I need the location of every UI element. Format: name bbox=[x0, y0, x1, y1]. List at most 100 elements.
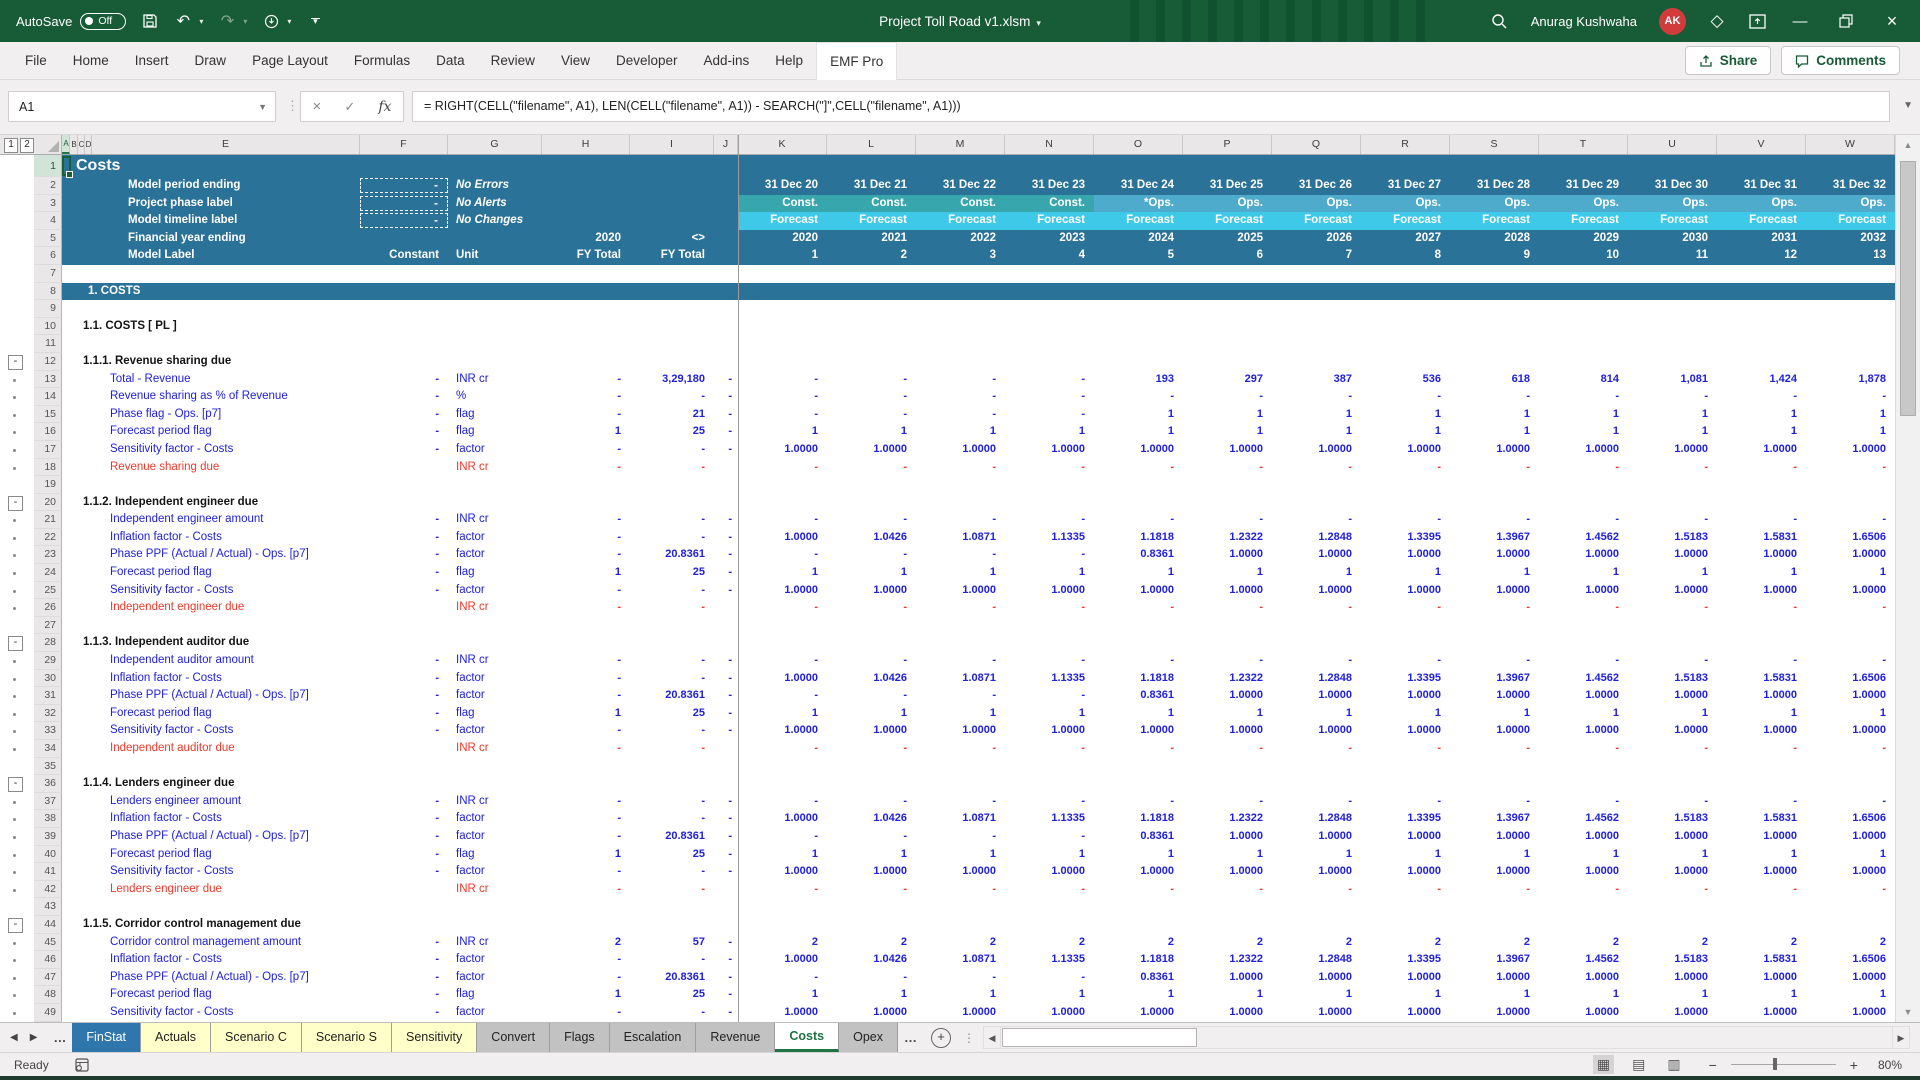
value-cell[interactable]: 1 bbox=[1628, 986, 1717, 1004]
ribbon-tab-view[interactable]: View bbox=[548, 42, 603, 79]
value-cell[interactable]: 1 bbox=[1717, 423, 1806, 441]
outline-collapse-button[interactable]: - bbox=[8, 917, 23, 933]
row-header-3[interactable]: 3 bbox=[34, 194, 62, 213]
period-header-cell[interactable]: Forecast bbox=[1361, 212, 1450, 230]
row-label-cell[interactable]: Inflation factor - Costs bbox=[62, 529, 360, 547]
cell[interactable] bbox=[714, 177, 738, 195]
row-header-35[interactable]: 35 bbox=[34, 757, 62, 776]
value-cell[interactable]: - bbox=[738, 388, 827, 406]
value-cell[interactable]: - bbox=[1539, 652, 1628, 670]
period-header-cell[interactable]: 6 bbox=[1183, 247, 1272, 265]
value-cell[interactable]: 1.1335 bbox=[1005, 529, 1094, 547]
row-header-23[interactable]: 23 bbox=[34, 546, 62, 565]
period-header-cell[interactable]: Forecast bbox=[1806, 212, 1895, 230]
period-header-cell[interactable]: 31 Dec 22 bbox=[916, 177, 1005, 195]
row-label-cell[interactable]: Revenue sharing as % of Revenue bbox=[62, 388, 360, 406]
value-cell[interactable]: 1.0000 bbox=[1183, 969, 1272, 987]
value-cell[interactable]: 1 bbox=[1094, 406, 1183, 424]
row-header-8[interactable]: 8 bbox=[34, 282, 62, 301]
value-cell[interactable]: 1.0000 bbox=[1183, 828, 1272, 846]
cell[interactable]: <> bbox=[630, 230, 714, 248]
value-cell[interactable]: 1 bbox=[1183, 564, 1272, 582]
value-cell[interactable]: 1.4562 bbox=[1539, 529, 1628, 547]
value-cell[interactable]: 1 bbox=[827, 705, 916, 723]
value-cell[interactable]: - bbox=[1005, 652, 1094, 670]
value-cell[interactable]: - bbox=[1806, 388, 1895, 406]
row-label-cell[interactable]: Forecast period flag bbox=[62, 846, 360, 864]
value-cell[interactable]: 1.3967 bbox=[1450, 951, 1539, 969]
value-cell[interactable]: 1.0000 bbox=[1361, 863, 1450, 881]
period-header-cell[interactable]: 31 Dec 28 bbox=[1450, 177, 1539, 195]
cell[interactable]: 2 bbox=[542, 934, 630, 952]
period-header-cell[interactable]: Ops. bbox=[1272, 194, 1361, 213]
value-cell[interactable]: 1.3967 bbox=[1450, 529, 1539, 547]
sheet-overflow-left[interactable]: … bbox=[47, 1030, 72, 1045]
header-label[interactable]: Model timeline label bbox=[62, 212, 360, 230]
unit-cell[interactable]: INR cr bbox=[448, 599, 542, 617]
zoom-slider-thumb[interactable] bbox=[1772, 1058, 1777, 1070]
value-cell[interactable]: - bbox=[1005, 371, 1094, 389]
cell[interactable]: - bbox=[360, 810, 448, 828]
value-cell[interactable]: 1.0000 bbox=[1272, 828, 1361, 846]
value-cell[interactable]: - bbox=[827, 652, 916, 670]
value-cell[interactable]: - bbox=[738, 687, 827, 705]
cell[interactable]: - bbox=[360, 529, 448, 547]
cell[interactable]: - bbox=[714, 564, 738, 582]
row-header-40[interactable]: 40 bbox=[34, 845, 62, 864]
value-cell[interactable]: - bbox=[1361, 740, 1450, 758]
value-cell[interactable]: 1 bbox=[827, 986, 916, 1004]
cell[interactable]: - bbox=[714, 846, 738, 864]
value-cell[interactable]: - bbox=[1361, 652, 1450, 670]
value-cell[interactable]: - bbox=[1094, 511, 1183, 529]
ribbon-tab-data[interactable]: Data bbox=[423, 42, 478, 79]
cell[interactable]: - bbox=[542, 881, 630, 899]
value-cell[interactable]: 1,081 bbox=[1628, 371, 1717, 389]
value-cell[interactable]: 1 bbox=[827, 846, 916, 864]
value-cell[interactable]: - bbox=[1539, 793, 1628, 811]
column-header-M[interactable]: M bbox=[916, 135, 1005, 154]
cell[interactable]: - bbox=[360, 564, 448, 582]
value-cell[interactable]: - bbox=[738, 546, 827, 564]
sheet-overflow-right[interactable]: … bbox=[898, 1030, 923, 1045]
value-cell[interactable]: 1.0871 bbox=[916, 951, 1005, 969]
value-cell[interactable]: 1 bbox=[1361, 846, 1450, 864]
scroll-right-icon[interactable]: ▶ bbox=[1892, 1027, 1909, 1048]
row-header-5[interactable]: 5 bbox=[34, 229, 62, 248]
row-header-18[interactable]: 18 bbox=[34, 458, 62, 477]
row-header-29[interactable]: 29 bbox=[34, 652, 62, 670]
cell[interactable]: 1 bbox=[542, 986, 630, 1004]
value-cell[interactable]: 1.5183 bbox=[1628, 529, 1717, 547]
cell[interactable]: 1 bbox=[542, 846, 630, 864]
cell[interactable]: - bbox=[360, 441, 448, 459]
unit-cell[interactable]: factor bbox=[448, 969, 542, 987]
value-cell[interactable]: 1.0000 bbox=[1539, 969, 1628, 987]
value-cell[interactable]: 1 bbox=[738, 846, 827, 864]
value-cell[interactable]: - bbox=[1183, 388, 1272, 406]
value-cell[interactable]: 1 bbox=[1539, 564, 1628, 582]
unit-cell[interactable]: flag bbox=[448, 986, 542, 1004]
value-cell[interactable]: 1.0000 bbox=[1806, 546, 1895, 564]
cell[interactable]: - bbox=[360, 582, 448, 600]
value-cell[interactable]: 1 bbox=[1094, 423, 1183, 441]
column-header-O[interactable]: O bbox=[1094, 135, 1183, 154]
value-cell[interactable]: 1.0000 bbox=[1361, 722, 1450, 740]
ribbon-tab-page-layout[interactable]: Page Layout bbox=[239, 42, 341, 79]
value-cell[interactable]: 0.8361 bbox=[1094, 969, 1183, 987]
value-cell[interactable]: - bbox=[827, 881, 916, 899]
cell[interactable]: - bbox=[714, 582, 738, 600]
value-cell[interactable]: - bbox=[738, 652, 827, 670]
cell[interactable]: - bbox=[630, 529, 714, 547]
value-cell[interactable]: 1 bbox=[916, 564, 1005, 582]
value-cell[interactable]: 1 bbox=[1361, 986, 1450, 1004]
row-label-cell[interactable]: Lenders engineer amount bbox=[62, 793, 360, 811]
outline-level-1-button[interactable]: 1 bbox=[4, 138, 18, 153]
cell[interactable]: - bbox=[542, 388, 630, 406]
cell[interactable]: FY Total bbox=[630, 247, 714, 265]
section-heading-cell[interactable]: 1.1.5. Corridor control management due bbox=[62, 916, 360, 934]
value-cell[interactable]: - bbox=[1450, 740, 1539, 758]
cell[interactable]: - bbox=[542, 722, 630, 740]
period-header-cell[interactable]: 31 Dec 30 bbox=[1628, 177, 1717, 195]
row-label-cell[interactable]: Phase PPF (Actual / Actual) - Ops. [p7] bbox=[62, 546, 360, 564]
tabbar-resize-handle[interactable]: ⋮ bbox=[959, 1031, 979, 1045]
value-cell[interactable]: - bbox=[1183, 652, 1272, 670]
